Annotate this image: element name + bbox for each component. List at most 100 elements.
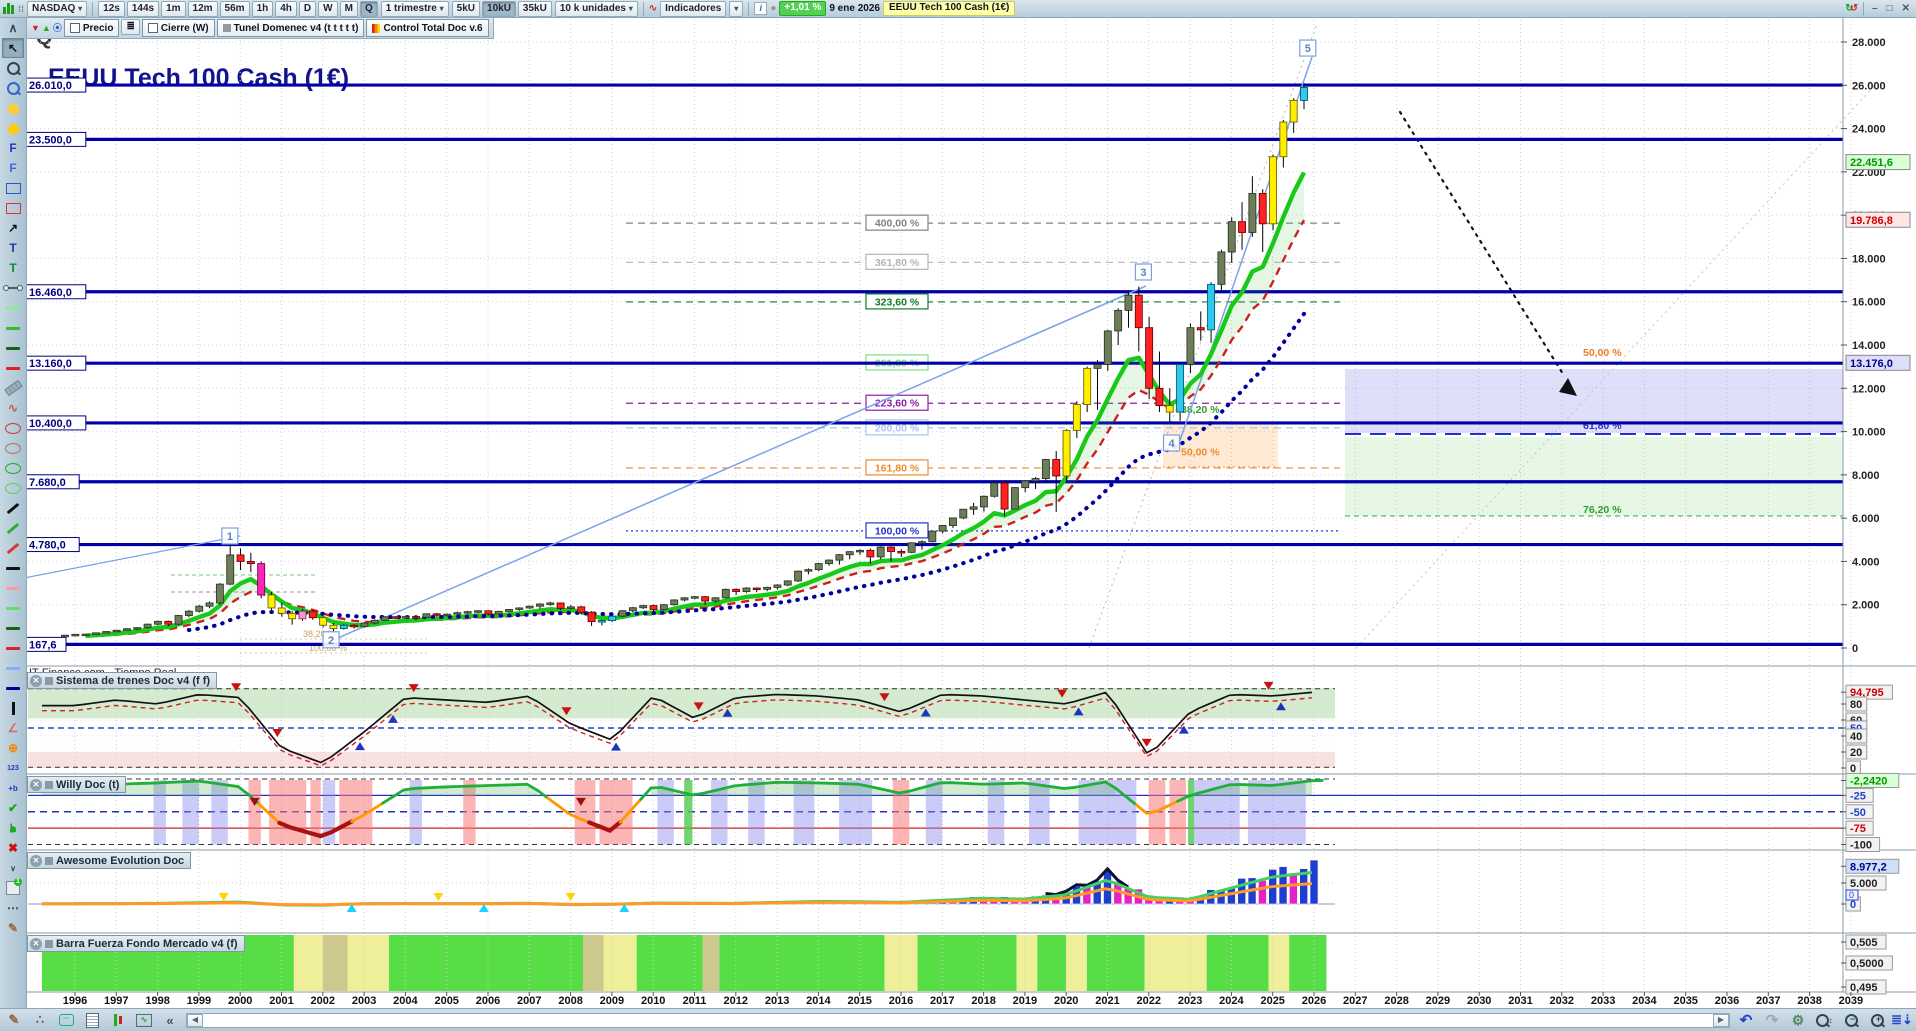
- alerts-doc-icon[interactable]: [2, 878, 24, 898]
- panel-tab-0[interactable]: ✕ Sistema de trenes Doc v4 (f f): [27, 672, 218, 689]
- text-tool-icon[interactable]: T: [2, 238, 24, 258]
- buy-arrow-icon[interactable]: ▲: [42, 23, 51, 33]
- delete-icon[interactable]: ✖: [2, 838, 24, 858]
- sell-arrow-icon[interactable]: ▼: [31, 23, 40, 33]
- hline-red-icon[interactable]: [2, 638, 24, 658]
- timeframe-M[interactable]: M: [339, 0, 358, 17]
- chart-canvas[interactable]: 50,00 %61,80 %76,20 %38,20 %50,00 %400,0…: [0, 0, 1916, 1031]
- checkbox-icon[interactable]: [147, 23, 158, 33]
- zoom-icon[interactable]: [2, 58, 24, 78]
- overlay-tab-precio[interactable]: Precio: [63, 19, 120, 37]
- draw-mode-icon[interactable]: ✎: [2, 918, 24, 938]
- list-icon[interactable]: ≣: [121, 19, 140, 35]
- overlay-tab-tunel-domenec-v4-t-t-t-t-t-[interactable]: Tunel Domenec v4 (t t t t t): [216, 19, 365, 37]
- indicators-button[interactable]: Indicadores: [660, 0, 727, 17]
- columns-icon[interactable]: ⁞⁞: [18, 4, 24, 14]
- restore-button[interactable]: □: [1884, 3, 1896, 14]
- symbol-selector[interactable]: NASDAQ ▾: [27, 0, 88, 17]
- hline-lightgreen-icon[interactable]: [2, 598, 24, 618]
- zoom-area-icon[interactable]: [2, 78, 24, 98]
- fibonacci-icon[interactable]: F: [2, 138, 24, 158]
- line-green-icon[interactable]: [2, 318, 24, 338]
- panel-close-icon[interactable]: ✕: [30, 937, 42, 950]
- letters-tool-icon[interactable]: +b: [2, 778, 24, 798]
- chat-icon[interactable]: ⋯: [56, 1012, 76, 1029]
- collapse-up-icon[interactable]: ∧: [2, 18, 24, 38]
- info-icon[interactable]: i: [754, 2, 768, 15]
- instrument-chip[interactable]: EEUU Tech 100 Cash (1€): [882, 1, 1016, 16]
- timeframe-1h[interactable]: 1h: [251, 0, 274, 17]
- alert-icon[interactable]: [2, 118, 24, 138]
- news-icon[interactable]: [82, 1012, 102, 1029]
- hline-darkgreen-icon[interactable]: [2, 618, 24, 638]
- units-selector[interactable]: 10 k unidades ▾: [554, 0, 638, 17]
- columns-slider-icon[interactable]: ≣⇣: [1891, 1012, 1913, 1029]
- panel-tab-1[interactable]: ✕ Willy Doc (t): [27, 776, 127, 793]
- redo-icon[interactable]: ↷: [1762, 1012, 1782, 1029]
- hline-navy-icon[interactable]: [2, 678, 24, 698]
- diagonal-black-icon[interactable]: [2, 498, 24, 518]
- line-lightgreen-icon[interactable]: [2, 298, 24, 318]
- confirm-icon[interactable]: ✔: [2, 798, 24, 818]
- settings-icon[interactable]: ⚙: [1788, 1012, 1808, 1029]
- panel-close-icon[interactable]: ✕: [30, 674, 42, 687]
- ellipse-brown-icon[interactable]: [2, 438, 24, 458]
- unit-35kU[interactable]: 35kU: [517, 0, 552, 17]
- collapse-left-icon[interactable]: «: [160, 1012, 180, 1029]
- overlay-tab-cierre-w-[interactable]: Cierre (W): [141, 19, 215, 37]
- diagonal-red-icon[interactable]: [2, 538, 24, 558]
- ellipse-red-icon[interactable]: [2, 418, 24, 438]
- scroll-left-button[interactable]: ◀: [187, 1013, 203, 1027]
- circle-plus-icon[interactable]: ⊕: [2, 738, 24, 758]
- timeframe-D[interactable]: D: [298, 0, 317, 17]
- segment-tool-icon[interactable]: [2, 278, 24, 298]
- quotes-icon[interactable]: [108, 1012, 128, 1029]
- clear-icon[interactable]: ⦿: [53, 23, 62, 33]
- timeframe-56m[interactable]: 56m: [219, 0, 250, 17]
- hline-pink-icon[interactable]: [2, 578, 24, 598]
- angle-tool-icon[interactable]: ∠: [2, 718, 24, 738]
- line-red-swatch-icon[interactable]: [2, 358, 24, 378]
- undo-icon[interactable]: ↶: [1736, 1012, 1756, 1029]
- numbers-tool-icon[interactable]: 123: [2, 758, 24, 778]
- scroll-right-button[interactable]: ▶: [1713, 1013, 1729, 1027]
- timeframe-4h[interactable]: 4h: [275, 0, 297, 17]
- zoom-in-icon[interactable]: +: [1866, 1012, 1886, 1029]
- minimize-button[interactable]: –: [1869, 3, 1881, 14]
- more-icon[interactable]: ⋯: [2, 898, 24, 918]
- timeframe-12m[interactable]: 12m: [187, 0, 218, 17]
- diagonal-green-icon[interactable]: [2, 518, 24, 538]
- pointer-tool-icon[interactable]: ↖: [2, 38, 24, 58]
- period-selector[interactable]: 1 trimestre ▾: [380, 0, 449, 17]
- share-icon[interactable]: ∴: [30, 1012, 50, 1029]
- line-darkgreen-icon[interactable]: [2, 338, 24, 358]
- fibonacci-fan-icon[interactable]: F: [2, 158, 24, 178]
- panel-close-icon[interactable]: ✕: [30, 778, 42, 791]
- checkbox-icon[interactable]: [69, 23, 80, 33]
- panel-close-icon[interactable]: ✕: [30, 854, 42, 867]
- timeframe-Q[interactable]: Q: [359, 0, 378, 17]
- rectangle-red-icon[interactable]: [2, 198, 24, 218]
- panel-tab-3[interactable]: ✕ Barra Fuerza Fondo Mercado v4 (f): [27, 935, 245, 952]
- indicators-dropdown[interactable]: ▾: [729, 0, 744, 17]
- zoom-range-icon[interactable]: ↕: [1814, 1012, 1834, 1029]
- hline-black-icon[interactable]: [2, 558, 24, 578]
- panel-tab-2[interactable]: ✕ Awesome Evolution Doc: [27, 852, 192, 869]
- overlay-tab-control-total-doc-v-6[interactable]: Control Total Doc v.6: [366, 19, 489, 37]
- unit-10kU[interactable]: 10kU: [482, 0, 516, 17]
- pattern-icon[interactable]: ∿: [2, 398, 24, 418]
- like-icon[interactable]: ☛: [3, 817, 23, 839]
- timeframe-12s[interactable]: 12s: [98, 0, 125, 17]
- timeframe-W[interactable]: W: [318, 0, 338, 17]
- refresh-icon[interactable]: ↻↺: [1845, 3, 1858, 14]
- close-button[interactable]: ✕: [1899, 3, 1913, 14]
- alert-pointer-icon[interactable]: [2, 98, 24, 118]
- zoom-out-icon[interactable]: −: [1840, 1012, 1860, 1029]
- unit-5kU[interactable]: 5kU: [451, 0, 481, 17]
- ruler-icon[interactable]: [2, 378, 24, 398]
- chart-window-icon[interactable]: ∿: [134, 1012, 154, 1029]
- vline-icon[interactable]: [2, 698, 24, 718]
- rectangle-blue-icon[interactable]: [2, 178, 24, 198]
- horizontal-scrollbar[interactable]: ◀ ▶: [186, 1012, 1730, 1028]
- draw-mode-icon[interactable]: ✎: [4, 1012, 24, 1029]
